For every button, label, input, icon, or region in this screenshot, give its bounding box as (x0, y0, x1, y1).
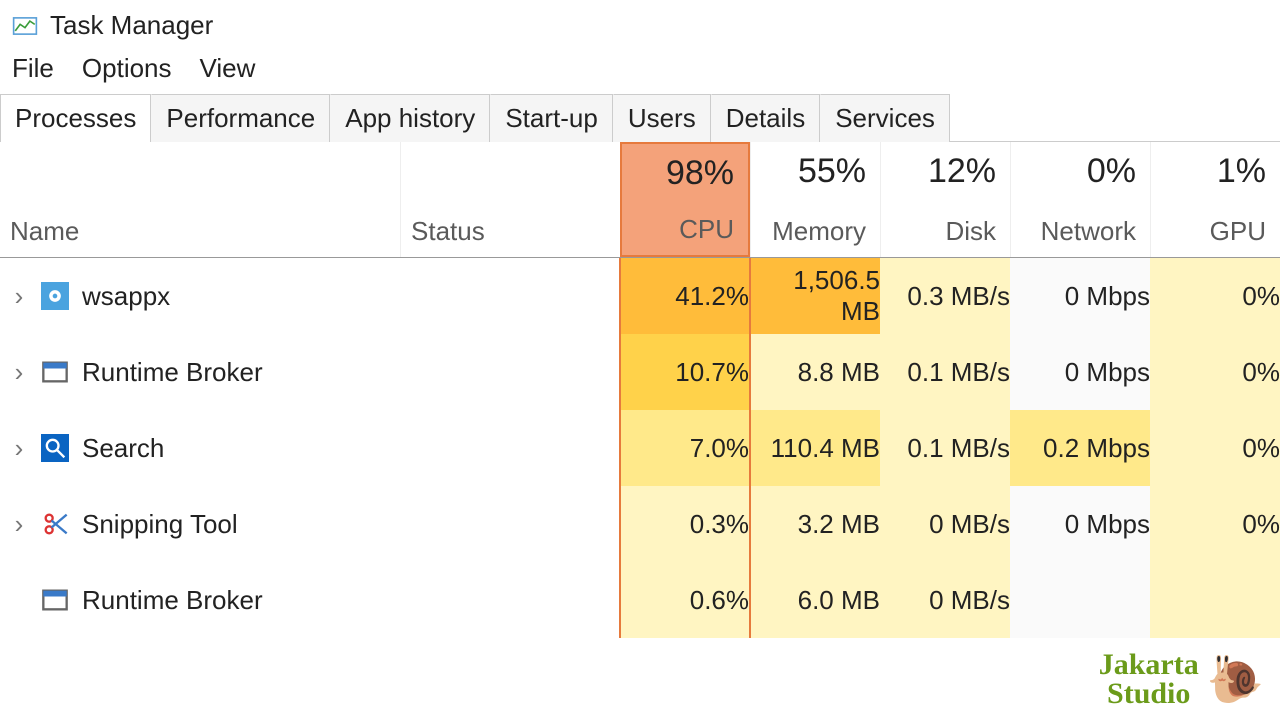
gpu-cell: 0% (1150, 486, 1280, 562)
cpu-cell: 0.3% (620, 486, 750, 562)
col-header-cpu[interactable]: 98%CPU (620, 142, 750, 257)
process-name: wsappx (82, 281, 170, 312)
network-cell: 0 Mbps (1010, 334, 1150, 410)
scissors-icon (40, 509, 70, 539)
cpu-cell: 10.7% (620, 334, 750, 410)
disk-cell: 0.1 MB/s (880, 334, 1010, 410)
gear-icon (40, 281, 70, 311)
gpu-cell: 0% (1150, 258, 1280, 334)
menu-options[interactable]: Options (82, 53, 172, 84)
tab-startup[interactable]: Start-up (490, 94, 613, 142)
gpu-cell: 0% (1150, 334, 1280, 410)
disk-cell: 0 MB/s (880, 562, 1010, 638)
watermark: Jakarta Studio 🐌 (1099, 651, 1264, 708)
col-header-status[interactable]: Status (400, 142, 620, 257)
gpu-cell (1150, 562, 1280, 638)
memory-cell: 6.0 MB (750, 562, 880, 638)
window-title: Task Manager (50, 10, 213, 41)
tab-services[interactable]: Services (820, 94, 950, 142)
tab-app-history[interactable]: App history (330, 94, 490, 142)
col-header-name[interactable]: Name (0, 142, 400, 257)
col-header-memory[interactable]: 55%Memory (750, 142, 880, 257)
tab-processes[interactable]: Processes (0, 94, 151, 142)
disk-cell: 0.1 MB/s (880, 410, 1010, 486)
chevron-right-icon[interactable]: › (10, 433, 28, 464)
table-header-row: Name Status 98%CPU 55%Memory 12%Disk 0%N… (0, 142, 1280, 258)
process-name: Runtime Broker (82, 585, 263, 616)
col-header-network[interactable]: 0%Network (1010, 142, 1150, 257)
window-icon (40, 357, 70, 387)
process-name: Snipping Tool (82, 509, 238, 540)
gpu-cell: 0% (1150, 410, 1280, 486)
table-row[interactable]: › wsappx 41.2% 1,506.5 MB 0.3 MB/s 0 Mbp… (0, 258, 1280, 334)
table-row[interactable]: › Snipping Tool 0.3% 3.2 MB 0 MB/s 0 Mbp… (0, 486, 1280, 562)
snail-icon: 🐌 (1207, 658, 1264, 702)
process-table: Name Status 98%CPU 55%Memory 12%Disk 0%N… (0, 142, 1280, 638)
table-row[interactable]: › Search 7.0% 110.4 MB 0.1 MB/s 0.2 Mbps… (0, 410, 1280, 486)
process-name: Search (82, 433, 164, 464)
tab-performance[interactable]: Performance (151, 94, 330, 142)
tab-details[interactable]: Details (711, 94, 820, 142)
menu-view[interactable]: View (200, 53, 256, 84)
process-name: Runtime Broker (82, 357, 263, 388)
menubar: File Options View (0, 47, 1280, 94)
window-icon (40, 585, 70, 615)
col-header-disk[interactable]: 12%Disk (880, 142, 1010, 257)
network-cell: 0 Mbps (1010, 486, 1150, 562)
network-cell: 0.2 Mbps (1010, 410, 1150, 486)
cpu-cell: 0.6% (620, 562, 750, 638)
memory-cell: 8.8 MB (750, 334, 880, 410)
cpu-cell: 41.2% (620, 258, 750, 334)
col-header-gpu[interactable]: 1%GPU (1150, 142, 1280, 257)
tab-users[interactable]: Users (613, 94, 711, 142)
chevron-right-icon[interactable]: › (10, 281, 28, 312)
network-cell (1010, 562, 1150, 638)
network-cell: 0 Mbps (1010, 258, 1150, 334)
search-icon (40, 433, 70, 463)
table-row[interactable]: › Runtime Broker 10.7% 8.8 MB 0.1 MB/s 0… (0, 334, 1280, 410)
menu-file[interactable]: File (12, 53, 54, 84)
memory-cell: 1,506.5 MB (750, 258, 880, 334)
cpu-cell: 7.0% (620, 410, 750, 486)
memory-cell: 110.4 MB (750, 410, 880, 486)
disk-cell: 0.3 MB/s (880, 258, 1010, 334)
chevron-right-icon[interactable]: › (10, 509, 28, 540)
memory-cell: 3.2 MB (750, 486, 880, 562)
task-manager-icon (12, 13, 38, 39)
titlebar: Task Manager (0, 0, 1280, 47)
disk-cell: 0 MB/s (880, 486, 1010, 562)
chevron-right-icon[interactable]: › (10, 357, 28, 388)
table-row[interactable]: › Runtime Broker 0.6% 6.0 MB 0 MB/s (0, 562, 1280, 638)
tab-strip: Processes Performance App history Start-… (0, 94, 1280, 142)
